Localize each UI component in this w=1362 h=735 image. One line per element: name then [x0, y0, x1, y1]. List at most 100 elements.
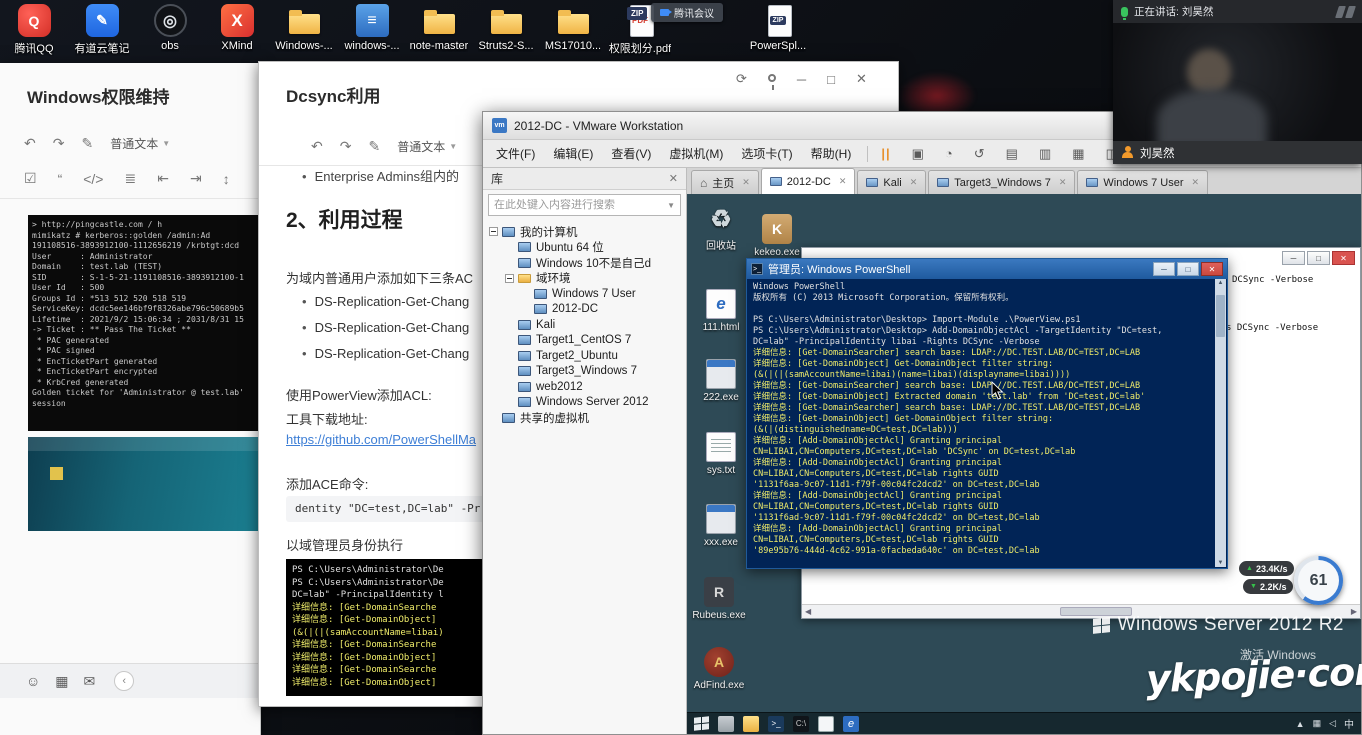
vm-tree-item[interactable]: Target2_Ubuntu [483, 348, 686, 364]
tab-close-icon[interactable]: ✕ [910, 177, 918, 188]
format-brush-icon[interactable]: ✎ [368, 138, 380, 155]
tab-close-icon[interactable]: ✕ [1059, 177, 1067, 188]
kekeo-icon[interactable]: K kekeo.exe [749, 214, 805, 258]
keyboard-icon[interactable]: ▦ [55, 673, 68, 690]
scroll-down-icon[interactable]: ▼ [1218, 560, 1224, 566]
input-method-indicator[interactable]: 中 [1344, 716, 1354, 731]
struts2-folder-icon[interactable]: Struts2-S... [474, 4, 538, 52]
undo-icon[interactable]: ↶ [24, 135, 36, 152]
menu-item[interactable]: 帮助(H) [802, 141, 861, 166]
meeting-minibar[interactable]: 腾讯会议 [651, 3, 723, 22]
close-button[interactable]: ✕ [1332, 251, 1355, 265]
checkbox-icon[interactable]: ☑ [24, 170, 37, 187]
maximize-button[interactable]: □ [827, 72, 835, 87]
tree-expander-icon[interactable] [489, 227, 498, 236]
undo-icon[interactable]: ↶ [311, 138, 323, 155]
performance-badge[interactable]: 61 [1294, 556, 1343, 605]
collapse-button[interactable]: ‹ [114, 671, 134, 691]
tab-close-icon[interactable]: ✕ [839, 176, 847, 187]
participant-video[interactable] [1113, 23, 1362, 141]
windows-doc-icon[interactable]: ≡ windows-... [340, 4, 404, 52]
menu-item[interactable]: 文件(F) [487, 141, 544, 166]
volume-icon[interactable]: ◁ [1329, 718, 1336, 729]
text-style-dropdown[interactable]: 普通文本▼ [110, 135, 170, 152]
emoji-icon[interactable]: ☺ [26, 673, 40, 690]
text-style-dropdown[interactable]: 普通文本▼ [397, 138, 457, 155]
redo-icon[interactable]: ↷ [340, 138, 352, 155]
exe-file-icon[interactable]: 222.exe [693, 359, 749, 403]
message-icon[interactable]: ✉ [84, 673, 96, 690]
close-button[interactable]: ✕ [1201, 262, 1223, 276]
powershell-taskbar-icon[interactable]: >_ [768, 716, 784, 732]
vm-tree-item[interactable]: 域环境 [483, 271, 686, 287]
txt-file-icon[interactable]: sys.txt [693, 432, 749, 476]
notepad-icon[interactable] [818, 716, 834, 732]
vm-tab[interactable]: ⌂ Windows 7 User ✕ [1077, 170, 1208, 194]
vertical-scrollbar[interactable]: ▲ ▼ [1215, 279, 1226, 567]
close-button[interactable]: ✕ [856, 71, 867, 87]
scroll-right-icon[interactable]: ▶ [1348, 607, 1360, 616]
start-button[interactable] [694, 716, 709, 731]
tab-close-icon[interactable]: ✕ [1192, 177, 1200, 188]
obs-icon[interactable]: ◎ obs [138, 4, 202, 52]
minimize-button[interactable]: ─ [797, 72, 806, 87]
recycle-bin-icon[interactable]: ♻ 回收站 [693, 204, 749, 252]
server-manager-icon[interactable] [718, 716, 734, 732]
html-file-icon[interactable]: e 111.html [693, 289, 749, 333]
power-pause-button[interactable]: || [875, 144, 896, 163]
library-close-icon[interactable]: ✕ [669, 172, 678, 185]
library-search-input[interactable] [494, 199, 667, 211]
vm-tree-item[interactable]: Target1_CentOS 7 [483, 333, 686, 349]
format-brush-icon[interactable]: ✎ [81, 135, 93, 152]
vm-tree-item[interactable]: Target3_Windows 7 [483, 364, 686, 380]
scrollbar-thumb[interactable] [1216, 295, 1225, 337]
show-library-button[interactable]: ▥ [1033, 144, 1057, 164]
xmind-icon[interactable]: X XMind [205, 4, 269, 52]
tencent-meeting-panel[interactable]: 正在讲话: 刘昊然 刘昊然 [1113, 0, 1362, 164]
vm-tree-item[interactable]: Ubuntu 64 位 [483, 240, 686, 256]
menu-item[interactable]: 编辑(E) [544, 141, 602, 166]
tree-expander-icon[interactable] [505, 274, 514, 283]
github-link[interactable]: https://github.com/PowerShellMa [286, 432, 476, 447]
tab-close-icon[interactable]: ✕ [742, 177, 750, 188]
youdao-note-icon[interactable]: ✎ 有道云笔记 [70, 4, 134, 56]
network-icon[interactable]: ▦ [1313, 718, 1322, 729]
maximize-button[interactable]: □ [1177, 262, 1199, 276]
ms17010-folder-icon[interactable]: MS17010... [541, 4, 605, 52]
snapshot-manager-button[interactable]: ▤ [1000, 144, 1024, 164]
tray-expand-icon[interactable]: ▲ [1296, 719, 1305, 729]
cmd-icon[interactable]: C:\ [793, 716, 809, 732]
code-block-icon[interactable]: </> [83, 171, 103, 187]
line-height-icon[interactable]: ↕ [223, 171, 230, 187]
pin-icon[interactable] [768, 74, 776, 82]
powersploit-zip-icon[interactable]: ZIP PowerSpl... [746, 4, 810, 52]
vm-tree-item[interactable]: Windows 10不是自己d [483, 255, 686, 271]
vm-tab[interactable]: ⌂ 2012-DC ✕ [761, 168, 856, 194]
vm-tree-item[interactable]: Windows Server 2012 [483, 395, 686, 411]
vm-tab[interactable]: ⌂ Target3_Windows 7 ✕ [928, 170, 1075, 194]
note-master-folder-icon[interactable]: note-master [407, 4, 471, 52]
minimize-button[interactable]: ─ [1153, 262, 1175, 276]
menu-item[interactable]: 查看(V) [602, 141, 660, 166]
powershell-titlebar[interactable]: >_ 管理员: Windows PowerShell ─ □ ✕ [747, 259, 1227, 279]
vm-tree-item[interactable]: web2012 [483, 379, 686, 395]
list-icon[interactable]: ≣ [124, 170, 136, 187]
revert-snapshot-button[interactable]: ↺ [968, 144, 991, 164]
windows-folder-icon[interactable]: Windows-... [272, 4, 336, 52]
menu-item[interactable]: 选项卡(T) [732, 141, 801, 166]
minimize-button[interactable]: ─ [1282, 251, 1305, 265]
vm-tree-item[interactable]: 2012-DC [483, 302, 686, 318]
snapshot-button[interactable]: ◔ [939, 144, 959, 163]
adfind-icon[interactable]: A AdFind.exe [691, 647, 747, 691]
vm-tab[interactable]: ⌂ 主页 ✕ [691, 170, 759, 194]
indent-icon[interactable]: ⇥ [190, 170, 202, 187]
vm-tree-item[interactable]: 我的计算机 [483, 224, 686, 240]
file-explorer-icon[interactable] [743, 716, 759, 732]
ie-icon[interactable]: e [843, 716, 859, 732]
scroll-left-icon[interactable]: ◀ [802, 607, 814, 616]
outdent-icon[interactable]: ⇤ [157, 170, 169, 187]
show-thumbnail-button[interactable]: ▦ [1066, 144, 1090, 164]
vm-tab[interactable]: ⌂ Kali ✕ [857, 170, 926, 194]
quote-icon[interactable]: “ [58, 171, 63, 187]
exe-file-icon[interactable]: xxx.exe [693, 504, 749, 548]
